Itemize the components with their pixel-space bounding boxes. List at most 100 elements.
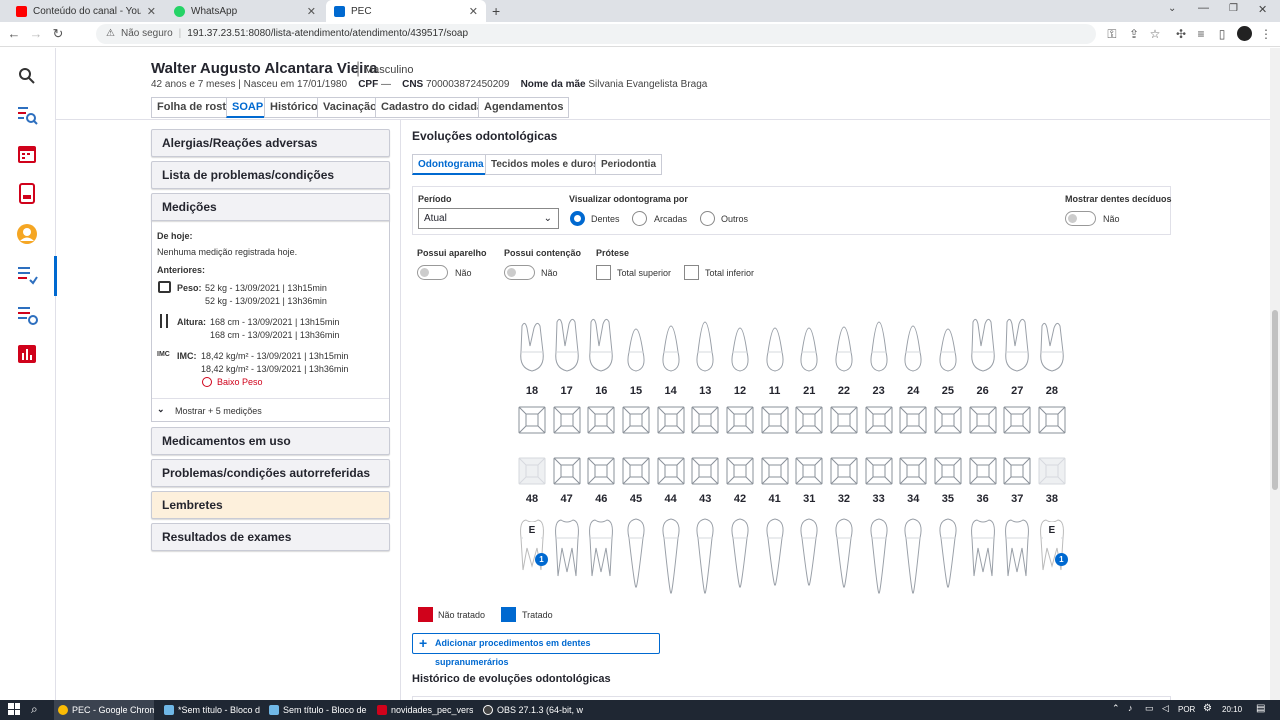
tooth-18[interactable] bbox=[518, 320, 546, 372]
tooth-faces-26[interactable] bbox=[969, 406, 997, 434]
periodo-select[interactable]: Atual ⌄ bbox=[418, 208, 559, 229]
reports-chart-icon[interactable] bbox=[14, 341, 40, 367]
key-icon[interactable]: ⚿ bbox=[1104, 26, 1120, 42]
browser-tab-youtube[interactable]: Conteúdo do canal - YouTube St ✕ bbox=[8, 0, 164, 22]
back-icon[interactable]: ← bbox=[6, 26, 22, 42]
tooth-faces-41[interactable] bbox=[761, 457, 789, 485]
problemas-section[interactable]: Lista de problemas/condições bbox=[151, 161, 390, 189]
tooth-44[interactable] bbox=[660, 518, 682, 594]
tooth-17[interactable] bbox=[553, 316, 581, 372]
tooth-42[interactable] bbox=[729, 518, 751, 588]
volume-icon[interactable]: ◁ bbox=[1162, 703, 1169, 714]
tooth-faces-11[interactable] bbox=[761, 406, 789, 434]
page-scrollbar[interactable] bbox=[1270, 48, 1280, 700]
tab-periodontia[interactable]: Periodontia bbox=[595, 154, 663, 175]
tooth-faces-21[interactable] bbox=[795, 406, 823, 434]
settings-icon[interactable]: ⚙ bbox=[1203, 703, 1212, 714]
tooth-28[interactable] bbox=[1038, 320, 1066, 372]
chevron-down-icon[interactable]: ⌄ bbox=[157, 404, 165, 415]
notification-icon[interactable]: ▤ bbox=[1256, 703, 1265, 714]
media-icon[interactable]: ≡ bbox=[1193, 26, 1209, 42]
search-icon[interactable] bbox=[14, 63, 40, 89]
tooth-faces-33[interactable] bbox=[865, 457, 893, 485]
tab-agendamentos[interactable]: Agendamentos bbox=[478, 97, 570, 118]
tooth-faces-12[interactable] bbox=[726, 406, 754, 434]
extensions-icon[interactable]: ✣ bbox=[1173, 26, 1189, 42]
tooth-33[interactable] bbox=[868, 518, 890, 594]
new-tab-icon[interactable]: + bbox=[492, 3, 500, 19]
restore-icon[interactable]: ❐ bbox=[1229, 3, 1238, 14]
tooth-faces-17[interactable] bbox=[553, 406, 581, 434]
avatar[interactable] bbox=[1237, 26, 1252, 41]
tooth-faces-23[interactable] bbox=[865, 406, 893, 434]
taskbar-item-chrome[interactable]: PEC - Google Chrome bbox=[54, 700, 154, 720]
scrollbar-thumb[interactable] bbox=[1272, 310, 1278, 490]
tooth-faces-42[interactable] bbox=[726, 457, 754, 485]
tooth-21[interactable] bbox=[798, 306, 820, 372]
tooth-faces-36[interactable] bbox=[969, 457, 997, 485]
browser-tab-whatsapp[interactable]: WhatsApp ✕ bbox=[166, 0, 324, 22]
tooth-35[interactable] bbox=[937, 518, 959, 588]
contencao-toggle[interactable] bbox=[504, 265, 535, 280]
tooth-faces-47[interactable] bbox=[553, 457, 581, 485]
url-field[interactable]: ⚠ Não seguro | 191.37.23.51:8080/lista-aten… bbox=[96, 24, 1096, 44]
tooth-faces-15[interactable] bbox=[622, 406, 650, 434]
add-supernumerary-button[interactable]: + Adicionar procedimentos em dentes supr… bbox=[412, 633, 660, 667]
tooth-23[interactable] bbox=[868, 294, 890, 372]
alergias-section[interactable]: Alergias/Reações adversas bbox=[151, 129, 390, 157]
user-icon[interactable] bbox=[14, 221, 40, 247]
reload-icon[interactable]: ↻ bbox=[50, 26, 66, 42]
schedule-list-icon[interactable] bbox=[14, 302, 40, 328]
tooth-faces-28[interactable] bbox=[1038, 406, 1066, 434]
taskbar-item-obs[interactable]: OBS 27.1.3 (64-bit, wi... bbox=[479, 700, 583, 720]
deciduos-toggle[interactable] bbox=[1065, 211, 1096, 226]
tooth-36[interactable] bbox=[969, 518, 997, 580]
tooth-45[interactable] bbox=[625, 518, 647, 588]
share-icon[interactable]: ⇪ bbox=[1126, 26, 1142, 42]
tooth-11[interactable] bbox=[764, 306, 786, 372]
show-more-measurements[interactable]: Mostrar + 5 medições bbox=[175, 406, 262, 416]
mic-icon[interactable]: ♪ bbox=[1128, 703, 1133, 713]
tooth-faces-32[interactable] bbox=[830, 457, 858, 485]
tooth-faces-46[interactable] bbox=[587, 457, 615, 485]
network-icon[interactable]: ▭ bbox=[1145, 703, 1154, 714]
forward-icon[interactable]: → bbox=[28, 26, 44, 42]
lembretes-section[interactable]: Lembretes bbox=[151, 491, 390, 519]
tooth-24[interactable] bbox=[902, 302, 924, 372]
browser-tab-pec[interactable]: PEC ✕ bbox=[326, 0, 486, 22]
tooth-faces-13[interactable] bbox=[691, 406, 719, 434]
tooth-faces-37[interactable] bbox=[1003, 457, 1031, 485]
tooth-14[interactable] bbox=[660, 302, 682, 372]
tooth-26[interactable] bbox=[969, 316, 997, 372]
taskbar-item-pdf[interactable]: novidades_pec_versa... bbox=[373, 700, 473, 720]
tooth-faces-38[interactable] bbox=[1038, 457, 1066, 485]
sidepanel-icon[interactable]: ▯ bbox=[1214, 26, 1230, 42]
close-icon[interactable]: ✕ bbox=[147, 5, 156, 18]
tab-search-icon[interactable]: ⌄ bbox=[1168, 3, 1176, 14]
close-icon[interactable]: ✕ bbox=[307, 5, 316, 18]
language-indicator[interactable]: POR bbox=[1178, 705, 1195, 714]
tooth-41[interactable] bbox=[764, 518, 786, 586]
calendar-icon[interactable] bbox=[14, 141, 40, 167]
tooth-34[interactable] bbox=[902, 518, 924, 594]
tooth-faces-18[interactable] bbox=[518, 406, 546, 434]
tray-chevron-icon[interactable]: ⌃ bbox=[1112, 703, 1120, 714]
window-close-icon[interactable]: ✕ bbox=[1258, 3, 1267, 16]
tooth-32[interactable] bbox=[833, 518, 855, 588]
taskbar-search-icon[interactable]: ⌕ bbox=[31, 702, 38, 717]
tooth-22[interactable] bbox=[833, 304, 855, 372]
radio-outros[interactable] bbox=[700, 211, 715, 226]
taskbar-item-notepad-1[interactable]: *Sem título - Bloco d... bbox=[160, 700, 260, 720]
tooth-13[interactable] bbox=[694, 294, 716, 372]
windows-start-icon[interactable] bbox=[8, 703, 20, 715]
medicoes-section[interactable]: Medições bbox=[151, 193, 390, 221]
tooth-27[interactable] bbox=[1003, 316, 1031, 372]
radio-arcadas[interactable] bbox=[632, 211, 647, 226]
tooth-faces-14[interactable] bbox=[657, 406, 685, 434]
protese-superior-checkbox[interactable] bbox=[596, 265, 611, 280]
tooth-43[interactable] bbox=[694, 518, 716, 594]
tooth-12[interactable] bbox=[729, 306, 751, 372]
tooth-faces-31[interactable] bbox=[795, 457, 823, 485]
tab-historico[interactable]: Histórico bbox=[264, 97, 324, 118]
tooth-47[interactable] bbox=[553, 518, 581, 580]
